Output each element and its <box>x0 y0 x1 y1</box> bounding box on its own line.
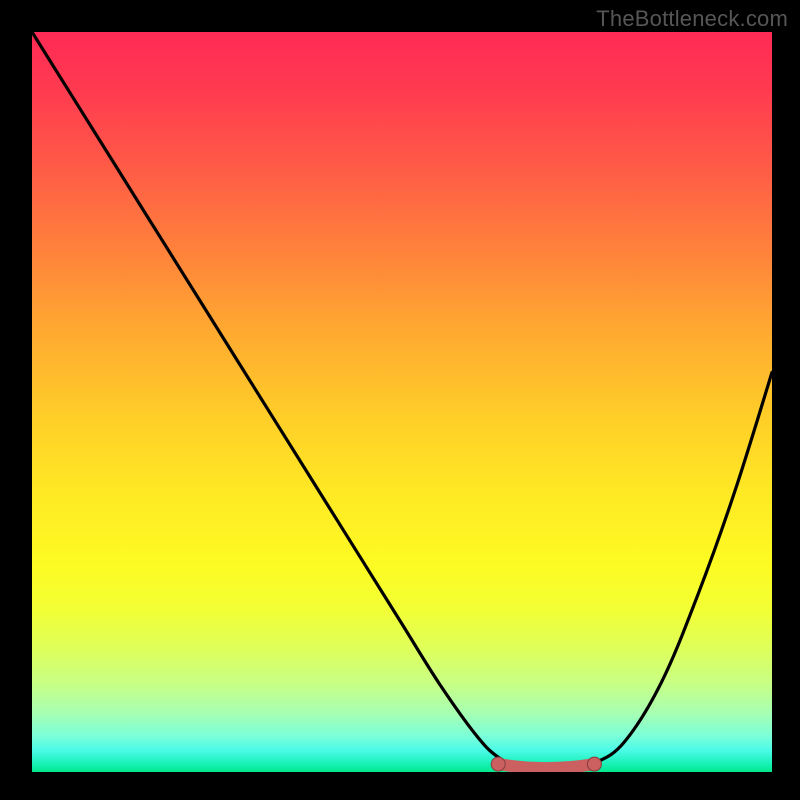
curve-svg <box>32 32 772 772</box>
bottleneck-curve <box>32 32 772 770</box>
optimal-range-end-dot <box>587 757 601 771</box>
watermark-text: TheBottleneck.com <box>596 6 788 32</box>
chart-container: TheBottleneck.com <box>0 0 800 800</box>
plot-area <box>32 32 772 772</box>
optimal-range-marker <box>498 764 594 768</box>
optimal-range-start-dot <box>491 757 505 771</box>
